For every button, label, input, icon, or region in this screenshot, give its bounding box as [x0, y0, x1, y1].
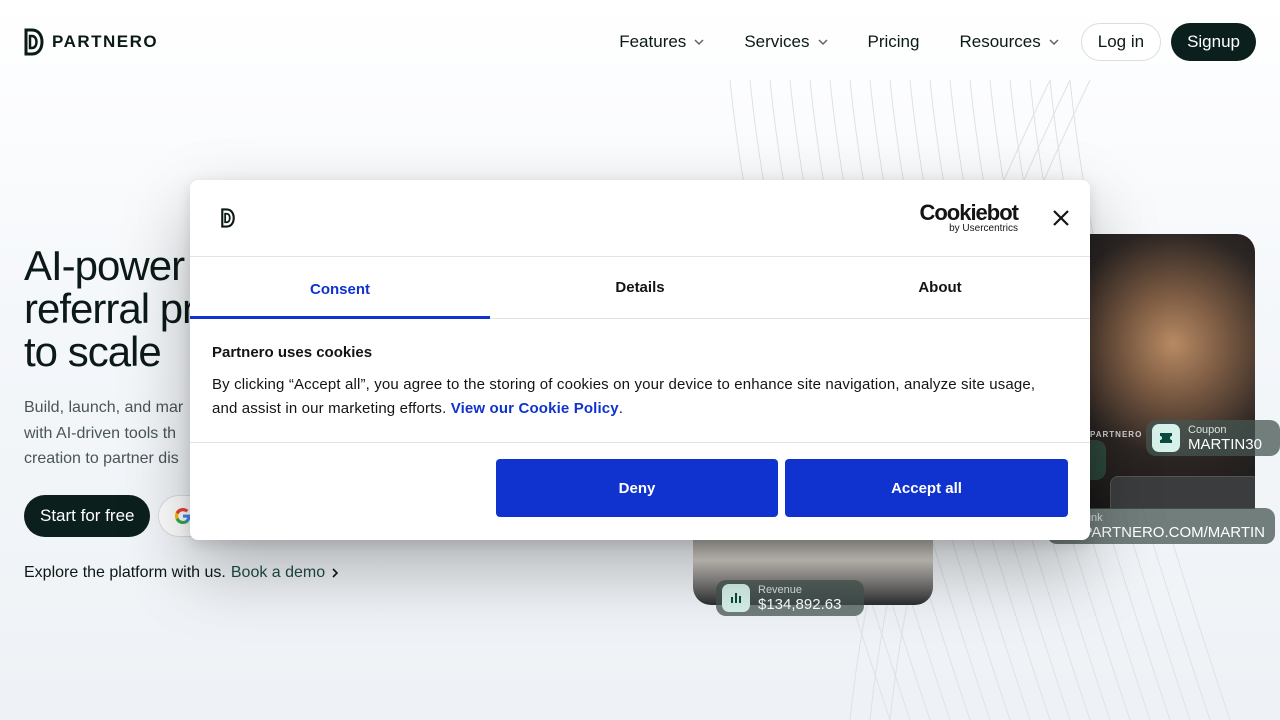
- link-value: PARTNERO.COM/MARTIN: [1082, 523, 1265, 541]
- laptop-shape: [1110, 476, 1255, 509]
- tab-about[interactable]: About: [790, 257, 1090, 318]
- partnero-logo-icon: [221, 208, 235, 228]
- bar-chart-icon: [722, 584, 750, 612]
- chevron-right-icon: [332, 568, 339, 578]
- cookie-policy-link[interactable]: View our Cookie Policy: [451, 400, 619, 417]
- book-demo-link[interactable]: Book a demo: [231, 564, 325, 582]
- accept-all-button[interactable]: Accept all: [785, 459, 1068, 517]
- partnero-logo-icon: [24, 28, 44, 56]
- cookiebot-name: Cookiebot: [919, 200, 1019, 225]
- cookie-consent-dialog: Cookiebot by Usercentrics Consent Detail…: [190, 180, 1090, 540]
- link-label: Link: [1082, 511, 1103, 524]
- explore-text: Explore the platform with us.: [24, 564, 226, 581]
- revenue-label: Revenue: [758, 583, 803, 596]
- dialog-body-text: By clicking “Accept all”, you agree to t…: [212, 376, 1036, 417]
- deny-button[interactable]: Deny: [496, 459, 778, 517]
- login-button[interactable]: Log in: [1080, 23, 1162, 61]
- dialog-title: Partnero uses cookies: [212, 344, 373, 361]
- top-nav: PARTNERO Features Services Pricing Resou…: [0, 0, 1280, 84]
- tab-details[interactable]: Details: [490, 257, 790, 318]
- shirt-logo-text: PARTNERO: [1090, 430, 1143, 439]
- nav-services[interactable]: Services: [744, 32, 828, 52]
- brand-name: PARTNERO: [52, 32, 159, 51]
- dialog-body: By clicking “Accept all”, you agree to t…: [212, 373, 1062, 421]
- dialog-header: Cookiebot by Usercentrics: [190, 180, 1090, 257]
- revenue-value: $134,892.63: [758, 595, 842, 613]
- coupon-label: Coupon: [1188, 423, 1227, 436]
- nav-features-label: Features: [619, 32, 687, 51]
- dialog-tabs: Consent Details About: [190, 257, 1090, 319]
- nav-features[interactable]: Features: [619, 32, 704, 52]
- close-icon[interactable]: [1050, 207, 1072, 229]
- dialog-divider: [190, 442, 1090, 443]
- nav-services-label: Services: [744, 32, 810, 51]
- signup-button[interactable]: Signup: [1171, 23, 1256, 61]
- nav-pricing[interactable]: Pricing: [868, 32, 920, 52]
- coupon-value: MARTIN30: [1188, 435, 1262, 453]
- start-free-button[interactable]: Start for free: [24, 495, 151, 537]
- ticket-icon: [1152, 424, 1180, 452]
- nav-resources[interactable]: Resources: [959, 32, 1059, 52]
- coupon-card: Coupon MARTIN30: [1146, 420, 1280, 456]
- tab-consent[interactable]: Consent: [190, 257, 490, 319]
- nav-resources-label: Resources: [959, 32, 1041, 51]
- nav-pricing-label: Pricing: [867, 32, 920, 51]
- brand-logo[interactable]: PARTNERO: [24, 28, 158, 56]
- chevron-down-icon: [1049, 39, 1059, 46]
- revenue-card: Revenue $134,892.63: [716, 580, 864, 616]
- chevron-down-icon: [694, 39, 704, 46]
- policy-suffix: .: [618, 400, 624, 417]
- explore-row: Explore the platform with us. Book a dem…: [24, 564, 340, 582]
- chevron-down-icon: [817, 39, 828, 46]
- google-icon: [175, 508, 191, 524]
- cookiebot-brand[interactable]: Cookiebot by Usercentrics: [914, 200, 1019, 235]
